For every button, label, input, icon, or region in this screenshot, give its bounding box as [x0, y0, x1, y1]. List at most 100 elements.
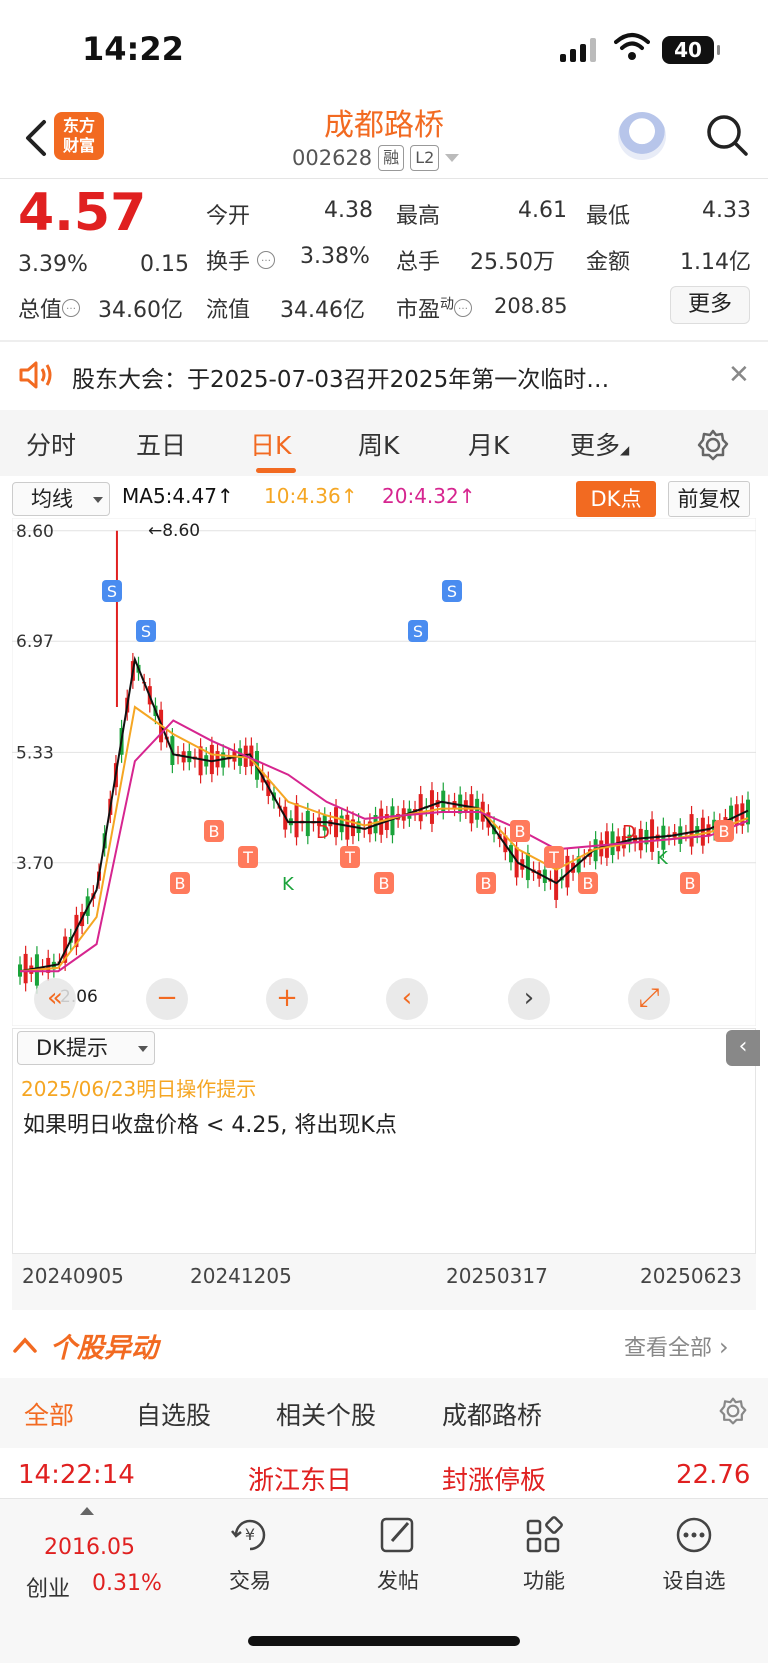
scroll-right-control[interactable]: ›: [508, 978, 550, 1020]
signal-marker-D: D: [316, 822, 330, 843]
candle-body: [198, 746, 203, 776]
y-tick-label: 3.70: [16, 854, 54, 874]
dk-tips-select[interactable]: DK提示: [17, 1031, 155, 1065]
level2-tag: L2: [410, 145, 440, 171]
tab-monthly-k[interactable]: 月K: [468, 426, 509, 462]
event-type: 封涨停板: [442, 1466, 547, 1496]
margin-tag: 融: [378, 145, 405, 171]
date-tick: 20240905: [22, 1264, 124, 1288]
caret-up-icon: [80, 1507, 94, 1515]
nav-add-watchlist[interactable]: 设自选: [644, 1515, 744, 1595]
status-bar: 14:22 40: [0, 0, 768, 100]
collapse-panel-icon[interactable]: ‹: [726, 1030, 760, 1066]
rewind-control[interactable]: «: [34, 978, 76, 1020]
indicator-select[interactable]: 均线: [12, 482, 110, 516]
low-label: 最低: [586, 204, 631, 229]
tab-watchlist[interactable]: 自选股: [136, 1396, 211, 1432]
low-value: 4.33: [702, 198, 751, 223]
index-name[interactable]: 创业: [26, 1571, 70, 1603]
unusual-moves-header[interactable]: 个股异动 查看全部 ›: [0, 1312, 768, 1378]
close-icon[interactable]: ✕: [728, 360, 750, 390]
nav-trade[interactable]: ¥ 交易: [200, 1515, 300, 1595]
high-value: 4.61: [518, 198, 567, 223]
robot-assistant-icon[interactable]: [618, 112, 666, 160]
signal-label: B: [481, 874, 492, 893]
y-tick-label: 8.60: [16, 522, 54, 542]
tab-related[interactable]: 相关个股: [276, 1396, 376, 1432]
signal-marker-S: S: [408, 620, 428, 642]
amount-value: 1.14亿: [680, 250, 751, 275]
settings-gear-icon[interactable]: [718, 1396, 748, 1426]
signal-label: B: [719, 822, 730, 841]
home-indicator: [248, 1636, 520, 1646]
signal-label: B: [175, 874, 186, 893]
zoom-out-control[interactable]: −: [146, 978, 188, 1020]
info-icon: …: [454, 298, 473, 317]
svg-text:¥: ¥: [245, 1525, 255, 1544]
open-value: 4.38: [324, 198, 373, 223]
k-line-chart[interactable]: SSBBTKDTBSSBBTBDKBB 8.60 6.97 5.33 3.70 ←8.…: [11, 517, 757, 1027]
nav-post[interactable]: 发帖: [348, 1515, 448, 1595]
signal-label: S: [413, 622, 423, 641]
index-percent[interactable]: 0.31%: [92, 1571, 162, 1596]
fullscreen-control[interactable]: ⤢: [628, 978, 670, 1020]
signal-label: B: [685, 874, 696, 893]
candle-body: [554, 869, 559, 900]
dk-message: 如果明日收盘价格 < 4.25, 将出现K点: [23, 1113, 397, 1138]
stock-code-row[interactable]: 002628 融 L2: [292, 145, 460, 171]
tab-daily-k[interactable]: 日K: [250, 426, 291, 462]
index-value[interactable]: 2016.05: [44, 1535, 135, 1560]
pe-value: 208.85: [494, 294, 568, 318]
tab-intraday[interactable]: 分时: [26, 426, 76, 462]
change-percent: 3.39%: [18, 252, 88, 277]
signal-label: T: [548, 848, 559, 867]
signal-label: B: [515, 822, 526, 841]
clock: 14:22: [82, 30, 184, 68]
nav-functions[interactable]: 功能: [494, 1515, 594, 1595]
candle-body: [23, 953, 28, 984]
indicator-row: 均线 MA5:4.47↑ 10:4.36↑ 20:4.32↑ DK点 前复权: [0, 480, 768, 518]
max-annotation: ←8.60: [148, 521, 200, 541]
tab-five-day[interactable]: 五日: [136, 426, 186, 462]
list-item[interactable]: 14:22:14 浙江东日 封涨停板 22.76: [0, 1448, 768, 1500]
date-tick: 20250317: [446, 1264, 548, 1288]
change-amount: 0.15: [140, 252, 189, 277]
market-cap-label[interactable]: 总值…: [18, 292, 81, 324]
signal-label: B: [379, 874, 390, 893]
tab-more[interactable]: 更多◢: [570, 426, 629, 462]
signal-label: D: [622, 822, 636, 843]
amount-label: 金额: [586, 250, 631, 275]
speaker-icon: [19, 361, 52, 389]
notice-bar[interactable]: 股东大会：于2025-07-03召开2025年第一次临时… ✕: [0, 342, 768, 408]
signal-label: T: [242, 848, 253, 867]
signal-marker-S: S: [442, 580, 462, 602]
search-icon[interactable]: [704, 112, 750, 158]
float-cap-label: 流值: [206, 298, 251, 323]
settings-gear-icon[interactable]: [696, 428, 730, 462]
battery-icon: 40: [662, 36, 720, 64]
candle-body: [700, 817, 705, 846]
cellular-signal-icon: [560, 38, 596, 62]
trade-icon: ¥: [231, 1519, 266, 1551]
scroll-left-control[interactable]: ‹: [386, 978, 428, 1020]
tab-all[interactable]: 全部: [24, 1396, 74, 1432]
dk-tips-panel: DK提示 2025/06/23明日操作提示 如果明日收盘价格 < 4.25, 将…: [12, 1028, 756, 1254]
tab-weekly-k[interactable]: 周K: [358, 426, 399, 462]
turnover-label[interactable]: 换手 …: [206, 244, 276, 276]
turnover-value: 3.38%: [300, 244, 370, 269]
signal-marker-B: B: [170, 872, 190, 894]
y-tick-label: 6.97: [16, 632, 54, 652]
signal-marker-K: K: [656, 848, 669, 869]
adjust-button[interactable]: 前复权: [668, 481, 750, 517]
date-tick: 20241205: [190, 1264, 292, 1288]
signal-marker-T: T: [544, 846, 564, 868]
grid-apps-icon: [526, 1516, 563, 1553]
view-all-link[interactable]: 查看全部 ›: [624, 1330, 729, 1362]
zoom-in-control[interactable]: +: [266, 978, 308, 1020]
more-quote-button[interactable]: 更多: [670, 286, 750, 324]
dk-point-button[interactable]: DK点: [576, 481, 656, 517]
signal-label: S: [447, 582, 457, 601]
pe-label[interactable]: 市盈动…: [396, 292, 473, 324]
tab-current-stock[interactable]: 成都路桥: [442, 1396, 542, 1432]
high-label: 最高: [396, 204, 441, 229]
